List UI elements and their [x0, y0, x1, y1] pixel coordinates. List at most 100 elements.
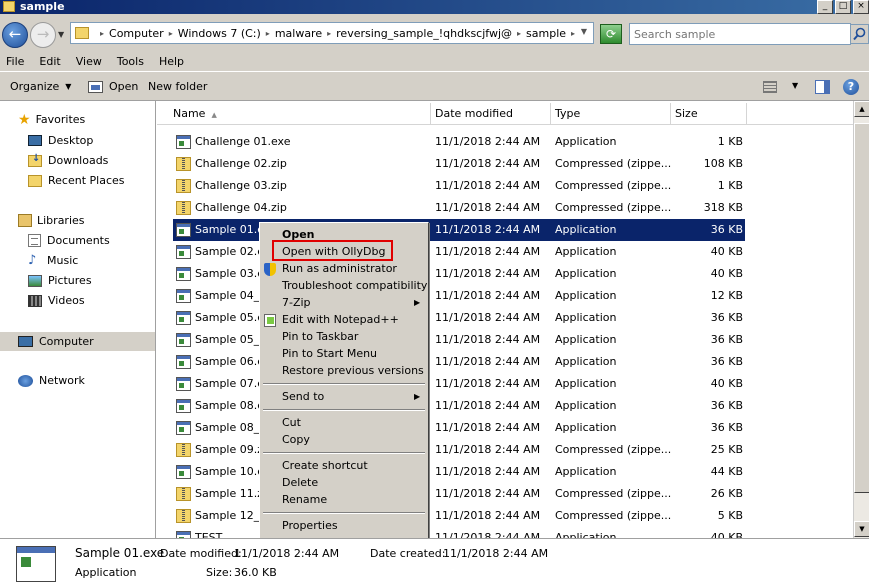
file-row[interactable]: Challenge 01.exe 11/1/2018 2:44 AM Applica…	[173, 131, 745, 153]
preview-pane-icon[interactable]	[815, 80, 830, 94]
crumb-sample[interactable]: sample	[526, 27, 566, 40]
file-date: 11/1/2018 2:44 AM	[435, 201, 541, 214]
menu-delete[interactable]: Delete	[282, 475, 318, 491]
forward-arrow-icon[interactable]: →	[30, 22, 56, 48]
menu-copy[interactable]: Copy	[282, 432, 310, 448]
minimize-button[interactable]: _	[817, 0, 833, 14]
search-box[interactable]	[629, 23, 851, 45]
open-button[interactable]: Open	[88, 80, 138, 93]
details-filename: Sample 01.exe	[75, 546, 165, 560]
crumb-computer[interactable]: Computer	[109, 27, 164, 40]
refresh-button[interactable]: ⟳	[600, 24, 622, 44]
nav-label: Music	[47, 254, 79, 267]
menu-restore-previous-versions[interactable]: Restore previous versions	[282, 363, 424, 379]
folder-icon	[75, 27, 89, 39]
details-created-label: Date created:	[370, 547, 446, 560]
menu-create-shortcut[interactable]: Create shortcut	[282, 458, 368, 474]
file-row[interactable]: Challenge 03.zip 11/1/2018 2:44 AM Compres…	[173, 175, 745, 197]
file-date: 11/1/2018 2:44 AM	[435, 157, 541, 170]
chevron-right-icon[interactable]: ▸	[327, 29, 331, 38]
crumb-reversing-sample[interactable]: reversing_sample_!qhdkscjfwj@	[336, 27, 512, 40]
crumb-drive[interactable]: Windows 7 (C:)	[178, 27, 261, 40]
menu-rename[interactable]: Rename	[282, 492, 327, 508]
navigation-pane: ★ Favorites Desktop Downloads Recent Pla…	[0, 101, 156, 538]
nav-desktop[interactable]: Desktop	[28, 134, 93, 147]
nav-recent-places[interactable]: Recent Places	[28, 174, 125, 187]
menu-help[interactable]: Help	[159, 55, 184, 68]
col-type[interactable]: Type	[551, 103, 671, 125]
nav-documents[interactable]: Documents	[28, 234, 110, 247]
menu-separator	[263, 452, 425, 454]
crumb-malware[interactable]: malware	[275, 27, 322, 40]
menu-properties[interactable]: Properties	[282, 518, 338, 534]
menu-cut[interactable]: Cut	[282, 415, 301, 431]
menu-edit-with-notepadpp[interactable]: Edit with Notepad++	[282, 312, 399, 328]
menu-edit[interactable]: Edit	[39, 55, 60, 68]
nav-libraries[interactable]: Libraries	[18, 214, 85, 227]
menu-send-to[interactable]: Send to	[282, 389, 324, 405]
chevron-right-icon[interactable]: ▸	[100, 29, 104, 38]
file-date: 11/1/2018 2:44 AM	[435, 223, 541, 236]
nav-computer[interactable]: Computer	[0, 332, 155, 351]
search-input[interactable]	[630, 24, 820, 44]
change-view-icon[interactable]	[763, 81, 777, 93]
nav-label: Recent Places	[48, 174, 125, 187]
close-button[interactable]: ×	[853, 0, 869, 14]
history-dropdown-icon[interactable]: ▼	[58, 30, 64, 39]
address-dropdown-icon[interactable]: ▼	[581, 27, 587, 36]
desktop-icon	[28, 135, 42, 146]
vertical-scrollbar[interactable]: ▲ ▼	[853, 101, 869, 538]
menu-file[interactable]: File	[6, 55, 24, 68]
nav-label: Computer	[39, 335, 94, 348]
nav-downloads[interactable]: Downloads	[28, 153, 108, 167]
col-name[interactable]: Name ▲	[169, 103, 431, 125]
chevron-right-icon[interactable]: ▸	[571, 29, 575, 38]
zip-file-icon	[176, 443, 191, 457]
exe-file-icon	[176, 355, 191, 369]
scroll-thumb[interactable]	[854, 123, 869, 493]
file-date: 11/1/2018 2:44 AM	[435, 377, 541, 390]
zip-file-icon	[176, 201, 191, 215]
chevron-down-icon: ▼	[65, 82, 72, 91]
application-icon	[16, 546, 56, 582]
maximize-button[interactable]: □	[835, 0, 851, 14]
nav-pictures[interactable]: Pictures	[28, 274, 92, 287]
videos-icon	[28, 294, 42, 307]
new-folder-button[interactable]: New folder	[148, 80, 207, 93]
file-row[interactable]: Challenge 02.zip 11/1/2018 2:44 AM Compres…	[173, 153, 745, 175]
file-type: Application	[555, 377, 617, 390]
details-modified-value: 11/1/2018 2:44 AM	[234, 547, 340, 560]
address-row: ← → ▼ ▸ Computer ▸ Windows 7 (C:) ▸ malw…	[0, 14, 869, 52]
file-size: 26 KB	[710, 487, 743, 500]
file-row[interactable]: Challenge 04.zip 11/1/2018 2:44 AM Compres…	[173, 197, 745, 219]
nav-network[interactable]: Network	[18, 374, 85, 387]
menu-pin-to-taskbar[interactable]: Pin to Taskbar	[282, 329, 358, 345]
menu-view[interactable]: View	[76, 55, 102, 68]
scroll-up-icon[interactable]: ▲	[854, 101, 869, 117]
chevron-right-icon[interactable]: ▸	[266, 29, 270, 38]
search-icon[interactable]	[850, 24, 869, 44]
menu-pin-to-start-menu[interactable]: Pin to Start Menu	[282, 346, 377, 362]
menu-troubleshoot-compatibility[interactable]: Troubleshoot compatibility	[282, 278, 427, 294]
chevron-right-icon[interactable]: ▸	[517, 29, 521, 38]
nav-favorites[interactable]: ★ Favorites	[18, 113, 85, 127]
file-date: 11/1/2018 2:44 AM	[435, 399, 541, 412]
menu-run-as-administrator[interactable]: Run as administrator	[282, 261, 397, 277]
help-icon[interactable]: ?	[843, 79, 859, 95]
file-size: 36 KB	[710, 223, 743, 236]
file-date: 11/1/2018 2:44 AM	[435, 311, 541, 324]
menu-7zip[interactable]: 7-Zip	[282, 295, 311, 311]
view-dropdown-icon[interactable]: ▼	[792, 81, 798, 90]
address-bar[interactable]: ▸ Computer ▸ Windows 7 (C:) ▸ malware ▸ …	[70, 22, 594, 44]
organize-button[interactable]: Organize ▼	[10, 80, 71, 93]
nav-videos[interactable]: Videos	[28, 294, 85, 307]
col-date[interactable]: Date modified	[431, 103, 551, 125]
file-size: 36 KB	[710, 421, 743, 434]
scroll-down-icon[interactable]: ▼	[854, 521, 869, 537]
col-size[interactable]: Size	[671, 103, 747, 125]
chevron-right-icon[interactable]: ▸	[169, 29, 173, 38]
back-arrow-icon[interactable]: ←	[2, 22, 28, 48]
file-type: Application	[555, 289, 617, 302]
nav-music[interactable]: ♪ Music	[28, 254, 79, 268]
menu-tools[interactable]: Tools	[117, 55, 144, 68]
